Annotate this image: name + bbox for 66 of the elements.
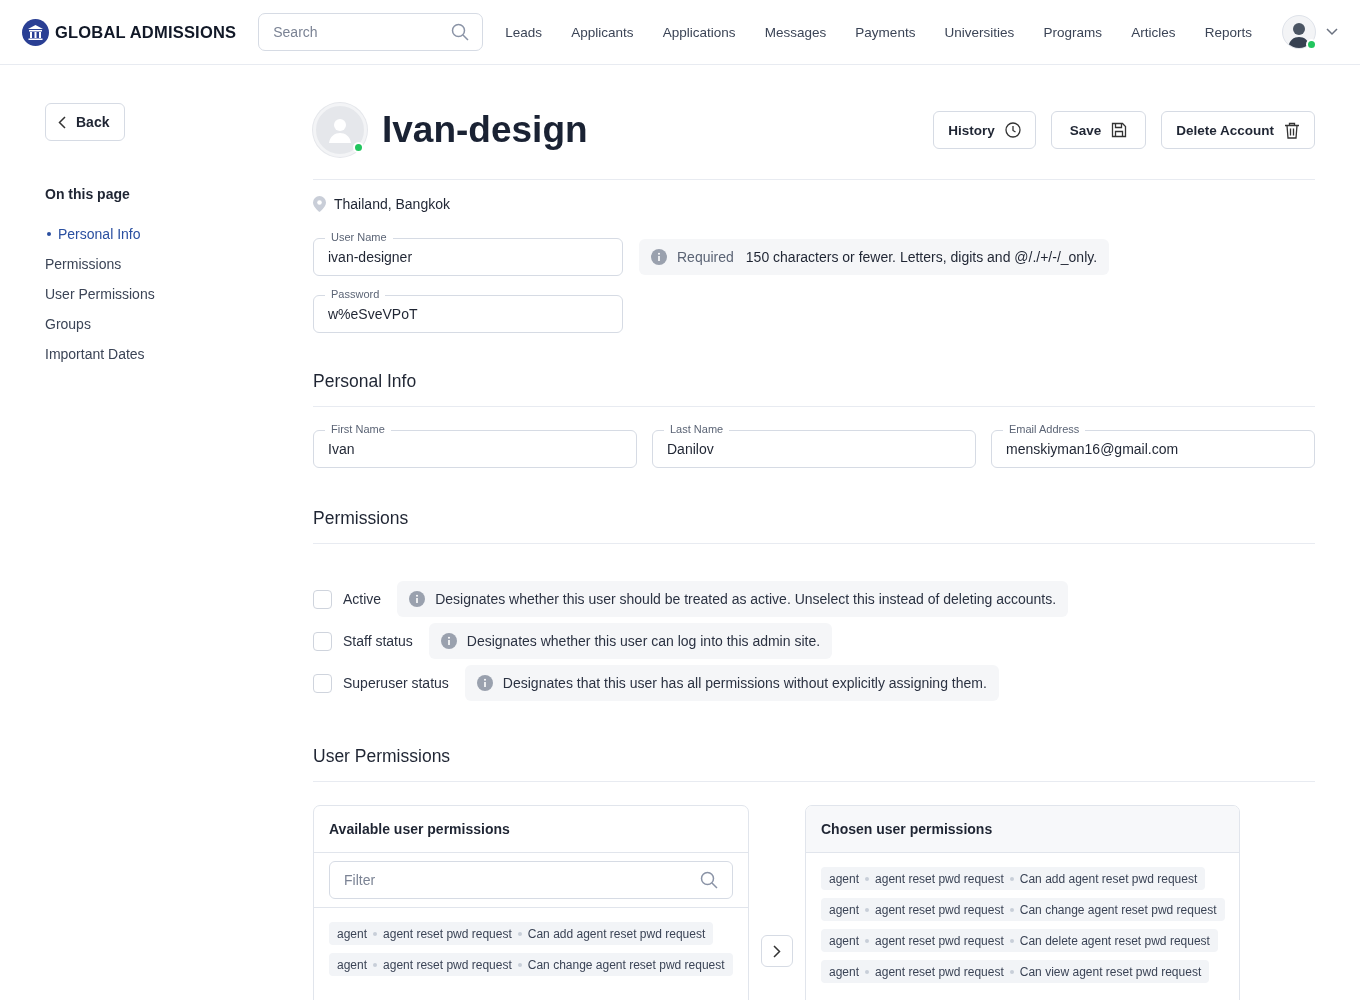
nav-link[interactable]: Payments	[855, 20, 916, 44]
chevron-left-icon	[58, 115, 66, 129]
location-text: Thailand, Bangkok	[334, 196, 450, 212]
field-label: Email Address	[1003, 423, 1086, 436]
checkbox-label: Active	[343, 591, 382, 607]
location-pin-icon	[313, 196, 326, 212]
checkbox[interactable]	[313, 631, 332, 651]
search-icon	[451, 23, 470, 41]
hint-text: 150 characters or fewer. Letters, digits and @/./+/-/_only.	[745, 249, 1098, 265]
back-button[interactable]: Back	[45, 103, 126, 141]
save-button[interactable]: Save	[1050, 111, 1147, 149]
filter-field[interactable]: Filter	[329, 861, 733, 899]
panel-title: Available user permissions	[314, 806, 748, 853]
history-button[interactable]: History	[933, 111, 1036, 149]
nav-link[interactable]: Applicants	[571, 20, 634, 44]
logo-icon	[22, 18, 49, 46]
info-icon	[440, 633, 457, 649]
search-field[interactable]: Search	[258, 13, 484, 51]
checkbox[interactable]	[313, 589, 332, 609]
info-icon	[651, 249, 667, 265]
move-right-button[interactable]	[761, 935, 793, 967]
permission-chip[interactable]: agent agent reset pwd request Can add agent reset pwd request	[821, 867, 1206, 890]
required-label: Required	[677, 249, 734, 265]
checkbox[interactable]	[313, 673, 332, 693]
hint-text: Designates whether this user can log into this admin site.	[466, 633, 821, 649]
page-link[interactable]: Personal Info	[45, 226, 141, 242]
page-link[interactable]: Groups	[45, 316, 91, 332]
nav-link[interactable]: Programs	[1043, 20, 1103, 44]
chevron-right-icon	[773, 944, 781, 958]
delete-button[interactable]: Delete Account	[1161, 111, 1315, 149]
chevron-down-icon[interactable]	[1326, 28, 1338, 36]
field-label: First Name	[325, 423, 391, 436]
section-heading: User Permissions	[313, 746, 1315, 782]
logo-text: GLOBAL ADMISSIONS	[55, 22, 237, 42]
nav-link[interactable]: Applications	[662, 20, 736, 44]
permission-chip[interactable]: agent agent reset pwd request Can delete agent reset pwd request	[821, 929, 1218, 952]
nav-link[interactable]: Universities	[944, 20, 1015, 44]
trash-icon	[1284, 121, 1300, 139]
permission-chip[interactable]: agent agent reset pwd request Can change agent reset pwd request	[329, 953, 733, 976]
page-link[interactable]: User Permissions	[45, 286, 155, 302]
page-link[interactable]: Important Dates	[45, 346, 145, 362]
nav-link[interactable]: Messages	[764, 20, 827, 44]
permission-chip[interactable]: agent agent reset pwd request Can change agent reset pwd request	[821, 898, 1225, 921]
permission-chip[interactable]: agent agent reset pwd request Can add agent reset pwd request	[329, 922, 714, 945]
page-link[interactable]: Permissions	[45, 256, 122, 272]
info-icon	[476, 675, 493, 691]
permission-chip[interactable]: agent agent reset pwd request Can view agent reset pwd request	[821, 960, 1210, 983]
field-label: Password	[325, 288, 386, 301]
user-avatar[interactable]	[1282, 15, 1316, 49]
section-heading: Personal Info	[313, 371, 1315, 407]
nav-link[interactable]: Articles	[1131, 20, 1176, 44]
field-label: User Name	[325, 231, 393, 244]
clock-icon	[1004, 122, 1021, 138]
checkbox-label: Staff status	[343, 633, 413, 649]
section-heading: Permissions	[313, 508, 1315, 544]
checkbox-label: Superuser status	[343, 675, 449, 691]
profile-name: Ivan-design	[382, 109, 588, 151]
nav-link[interactable]: Reports	[1204, 20, 1252, 44]
info-icon	[409, 591, 426, 607]
search-icon	[700, 871, 718, 889]
field-label: Last Name	[664, 423, 730, 436]
panel-title: Chosen user permissions	[806, 806, 1239, 853]
hint-text: Designates that this user has all permissions without explicitly assigning them.	[502, 675, 987, 691]
section-heading: On this page	[45, 186, 131, 202]
nav-link[interactable]: Leads	[505, 20, 543, 44]
hint-text: Designates whether this user should be treated as active. Unselect this instead of deleting accounts.	[435, 591, 1057, 607]
